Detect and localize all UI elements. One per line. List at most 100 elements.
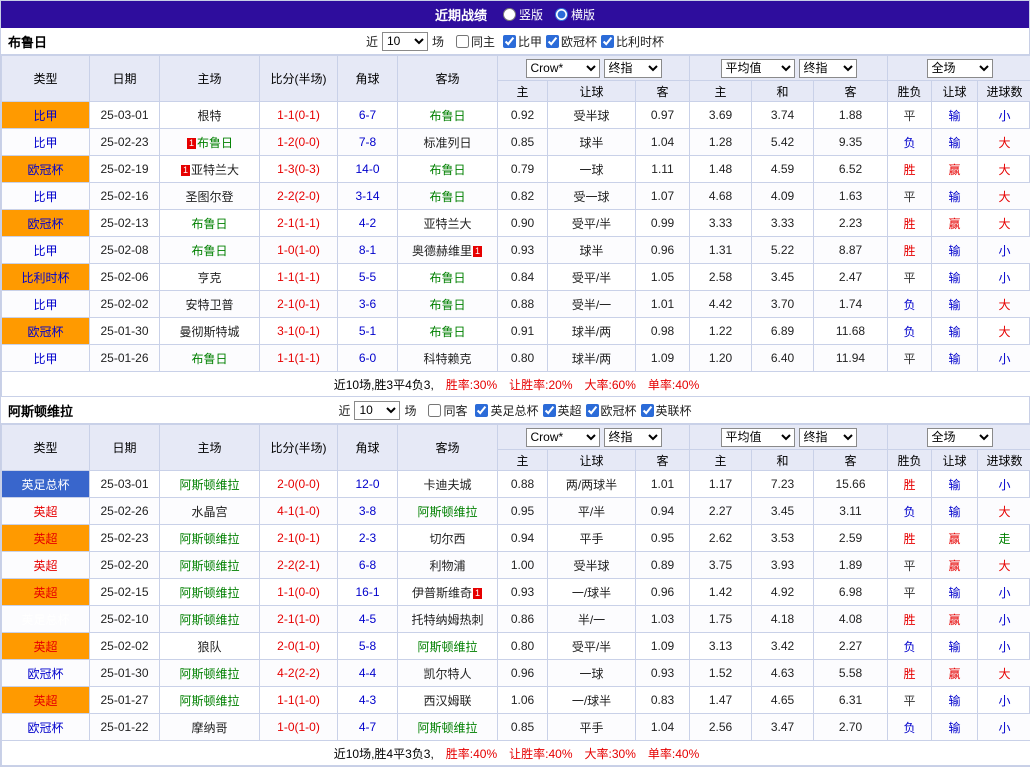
result-subheader: 让球 — [932, 450, 978, 471]
league-filter-checkbox[interactable]: 欧冠杯 — [546, 33, 597, 50]
average-select[interactable]: 平均值 — [721, 428, 795, 447]
same-venue-checkbox-input[interactable] — [428, 404, 441, 417]
match-date-cell: 25-02-02 — [90, 633, 160, 660]
horizontal-mode-option[interactable]: 横版 — [555, 6, 595, 23]
bookmaker-select[interactable]: Crow* — [526, 428, 600, 447]
odds-stage-select[interactable]: 终指 — [604, 59, 662, 78]
summary-stat: 单率:40% — [648, 378, 699, 392]
result-handicap-cell: 赢 — [932, 552, 978, 579]
team-label: 阿斯顿维拉 — [417, 721, 477, 735]
league-filter-checkbox[interactable]: 英超 — [543, 402, 582, 419]
avg-home-cell: 1.22 — [690, 318, 752, 345]
summary-stat: 胜率:30% — [446, 378, 497, 392]
avg-away-cell: 2.59 — [814, 525, 888, 552]
avg-away-cell: 8.87 — [814, 237, 888, 264]
home-team-cell: 根特 — [160, 102, 260, 129]
odds-away-cell: 1.09 — [636, 633, 690, 660]
team-label: 凯尔特人 — [423, 667, 471, 681]
avg-draw-cell: 4.65 — [752, 687, 814, 714]
summary-record: 近10场,胜4平3负3, — [334, 747, 434, 761]
league-filter-checkbox[interactable]: 欧冠杯 — [586, 402, 637, 419]
team-label: 水晶宫 — [191, 505, 227, 519]
result-handicap-cell: 输 — [932, 129, 978, 156]
match-row: 英超25-01-27阿斯顿维拉1-1(1-0)4-3西汉姆联1.06一/球半0.… — [2, 687, 1030, 714]
team-label: 切尔西 — [429, 532, 465, 546]
avg-away-cell: 2.47 — [814, 264, 888, 291]
matches-unit-label: 场 — [432, 33, 444, 50]
odds-away-cell: 1.07 — [636, 183, 690, 210]
avg-draw-cell: 7.23 — [752, 471, 814, 498]
team-label: 托特纳姆热刺 — [411, 613, 483, 627]
league-filter-checkbox-input[interactable] — [601, 35, 614, 48]
league-filter-checkbox-input[interactable] — [503, 35, 516, 48]
league-type-cell: 比甲 — [2, 129, 90, 156]
odds-stage-select[interactable]: 终指 — [604, 428, 662, 447]
result-goals-cell: 大 — [978, 129, 1030, 156]
result-handicap-cell: 输 — [932, 498, 978, 525]
league-filter-checkbox[interactable]: 比甲 — [503, 33, 542, 50]
corner-cell: 3-14 — [338, 183, 398, 210]
team-label: 利物浦 — [429, 559, 465, 573]
avg-draw-cell: 5.22 — [752, 237, 814, 264]
avg-stage-select[interactable]: 终指 — [799, 59, 857, 78]
recent-count-select[interactable]: 10 — [354, 401, 400, 420]
league-filter-checkbox-input[interactable] — [475, 404, 488, 417]
league-filter-checkbox-input[interactable] — [641, 404, 654, 417]
team-label: 圣图尔登 — [185, 190, 233, 204]
corner-cell: 14-0 — [338, 156, 398, 183]
odds-home-cell: 0.82 — [498, 183, 548, 210]
result-handicap-cell: 输 — [932, 687, 978, 714]
topbar: 近期战绩 竖版 横版 — [1, 1, 1029, 28]
match-date-cell: 25-02-13 — [90, 210, 160, 237]
avg-home-cell: 1.31 — [690, 237, 752, 264]
odds-away-cell: 0.96 — [636, 237, 690, 264]
vertical-mode-option[interactable]: 竖版 — [503, 6, 543, 23]
match-date-cell: 25-01-30 — [90, 660, 160, 687]
team-label: 亚特兰大 — [191, 163, 239, 177]
result-goals-cell: 大 — [978, 318, 1030, 345]
scope-select[interactable]: 全场 — [927, 428, 993, 447]
match-date-cell: 25-01-26 — [90, 345, 160, 372]
league-filter-checkbox[interactable]: 英足总杯 — [475, 402, 538, 419]
avg-away-cell: 4.08 — [814, 606, 888, 633]
team-label: 布鲁日 — [191, 244, 227, 258]
sections-container: 布鲁日近10场同主比甲欧冠杯比利时杯类型日期主场比分(半场)角球客场Crow*终… — [1, 28, 1029, 766]
odds-away-cell: 0.98 — [636, 318, 690, 345]
league-type-cell: 比甲 — [2, 291, 90, 318]
vertical-mode-radio[interactable] — [503, 8, 516, 21]
odds-home-cell: 0.93 — [498, 579, 548, 606]
league-filter-checkbox-input[interactable] — [546, 35, 559, 48]
avg-stage-select[interactable]: 终指 — [799, 428, 857, 447]
result-goals-cell: 小 — [978, 579, 1030, 606]
avg-home-cell: 3.75 — [690, 552, 752, 579]
league-filter-checkbox[interactable]: 英联杯 — [641, 402, 692, 419]
odds-home-cell: 0.90 — [498, 210, 548, 237]
league-filter-checkbox-input[interactable] — [586, 404, 599, 417]
scope-select[interactable]: 全场 — [927, 59, 993, 78]
same-venue-checkbox[interactable]: 同客 — [428, 402, 467, 419]
result-goals-cell: 大 — [978, 183, 1030, 210]
league-type-cell: 英超 — [2, 552, 90, 579]
home-team-cell: 摩纳哥 — [160, 714, 260, 741]
corner-cell: 5-1 — [338, 318, 398, 345]
match-date-cell: 25-02-15 — [90, 579, 160, 606]
avg-draw-cell: 4.09 — [752, 183, 814, 210]
team-label: 布鲁日 — [191, 217, 227, 231]
avg-away-cell: 2.70 — [814, 714, 888, 741]
column-header: 比分(半场) — [260, 425, 338, 471]
same-venue-checkbox-input[interactable] — [456, 35, 469, 48]
match-row: 欧冠杯25-02-13布鲁日2-1(1-1)4-2亚特兰大0.90受平/半0.9… — [2, 210, 1030, 237]
average-select[interactable]: 平均值 — [721, 59, 795, 78]
result-goals-cell: 大 — [978, 660, 1030, 687]
score-cell: 1-3(0-3) — [260, 156, 338, 183]
avg-home-cell: 1.20 — [690, 345, 752, 372]
horizontal-mode-radio[interactable] — [555, 8, 568, 21]
league-filter-checkbox-input[interactable] — [543, 404, 556, 417]
league-filter-checkbox[interactable]: 比利时杯 — [601, 33, 664, 50]
same-venue-checkbox[interactable]: 同主 — [456, 33, 495, 50]
recent-count-select[interactable]: 10 — [382, 32, 428, 51]
odds-away-cell: 0.97 — [636, 102, 690, 129]
team-label: 摩纳哥 — [191, 721, 227, 735]
bookmaker-select[interactable]: Crow* — [526, 59, 600, 78]
result-goals-cell: 小 — [978, 345, 1030, 372]
